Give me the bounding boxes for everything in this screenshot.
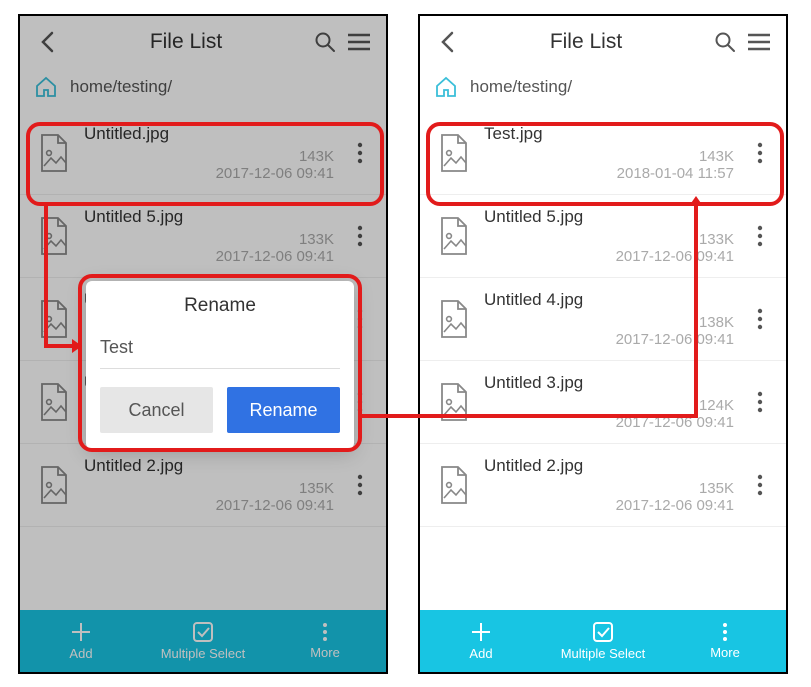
bottom-add-label: Add	[469, 646, 492, 661]
bottom-bar: Add Multiple Select More	[20, 610, 386, 672]
image-file-icon	[438, 133, 470, 173]
rename-dialog: Rename Cancel Rename	[86, 281, 354, 449]
file-subinfo: 124K2017-12-06 09:41	[616, 397, 734, 431]
file-name: Untitled 5.jpg	[84, 207, 334, 227]
row-more-icon[interactable]	[348, 474, 372, 496]
image-file-icon	[438, 465, 470, 505]
bottom-more-label: More	[710, 645, 740, 660]
file-name: Test.jpg	[484, 124, 734, 144]
file-row[interactable]: Untitled 2.jpg 135K2017-12-06 09:41	[420, 444, 786, 527]
bottom-more[interactable]: More	[664, 610, 786, 672]
file-meta: Untitled 2.jpg 135K2017-12-06 09:41	[484, 456, 734, 514]
bottom-multi-label: Multiple Select	[161, 646, 246, 661]
home-icon	[434, 76, 458, 98]
file-row[interactable]: Untitled.jpg 143K2017-12-06 09:41	[20, 112, 386, 195]
file-row[interactable]: Untitled 3.jpg 124K2017-12-06 09:41	[420, 361, 786, 444]
file-meta: Test.jpg 143K2018-01-04 11:57	[484, 124, 734, 182]
file-subinfo: 133K2017-12-06 09:41	[216, 231, 334, 265]
file-subinfo: 133K2017-12-06 09:41	[616, 231, 734, 265]
back-icon[interactable]	[34, 29, 60, 55]
row-more-icon[interactable]	[748, 225, 772, 247]
bottom-bar: Add Multiple Select More	[420, 610, 786, 672]
menu-icon[interactable]	[346, 29, 372, 55]
cancel-button[interactable]: Cancel	[100, 387, 213, 433]
image-file-icon	[38, 465, 70, 505]
breadcrumb[interactable]: home/testing/	[20, 68, 386, 112]
dialog-buttons: Cancel Rename	[100, 387, 340, 433]
phone-left: File List home/testing/ Untitled.jpg 143K…	[18, 14, 388, 674]
image-file-icon	[438, 382, 470, 422]
breadcrumb-path: home/testing/	[70, 77, 172, 97]
bottom-more[interactable]: More	[264, 610, 386, 672]
image-file-icon	[38, 216, 70, 256]
image-file-icon	[38, 382, 70, 422]
bottom-add-label: Add	[69, 646, 92, 661]
file-row[interactable]: Test.jpg 143K2018-01-04 11:57	[420, 112, 786, 195]
file-name: Untitled 3.jpg	[484, 373, 734, 393]
file-name: Untitled 5.jpg	[484, 207, 734, 227]
bottom-add[interactable]: Add	[420, 610, 542, 672]
page-title: File List	[68, 30, 304, 54]
search-icon[interactable]	[712, 29, 738, 55]
home-icon	[34, 76, 58, 98]
file-meta: Untitled.jpg 143K2017-12-06 09:41	[84, 124, 334, 182]
bottom-more-label: More	[310, 645, 340, 660]
file-list: Test.jpg 143K2018-01-04 11:57 Untitled 5.j…	[420, 112, 786, 610]
breadcrumb[interactable]: home/testing/	[420, 68, 786, 112]
file-row[interactable]: Untitled 4.jpg 138K2017-12-06 09:41	[420, 278, 786, 361]
row-more-icon[interactable]	[748, 391, 772, 413]
file-subinfo: 143K2017-12-06 09:41	[216, 148, 334, 182]
bottom-multiselect[interactable]: Multiple Select	[542, 610, 664, 672]
breadcrumb-path: home/testing/	[470, 77, 572, 97]
nav-bar: File List	[20, 16, 386, 68]
rename-button[interactable]: Rename	[227, 387, 340, 433]
file-name: Untitled 4.jpg	[484, 290, 734, 310]
row-more-icon[interactable]	[748, 474, 772, 496]
file-meta: Untitled 2.jpg 135K2017-12-06 09:41	[84, 456, 334, 514]
bottom-multi-label: Multiple Select	[561, 646, 646, 661]
row-more-icon[interactable]	[748, 308, 772, 330]
image-file-icon	[38, 133, 70, 173]
row-more-icon[interactable]	[348, 142, 372, 164]
bottom-multiselect[interactable]: Multiple Select	[142, 610, 264, 672]
file-meta: Untitled 5.jpg 133K2017-12-06 09:41	[484, 207, 734, 265]
row-more-icon[interactable]	[748, 142, 772, 164]
file-row[interactable]: Untitled 2.jpg 135K2017-12-06 09:41	[20, 444, 386, 527]
file-name: Untitled 2.jpg	[484, 456, 734, 476]
file-subinfo: 135K2017-12-06 09:41	[616, 480, 734, 514]
row-more-icon[interactable]	[348, 225, 372, 247]
file-row[interactable]: Untitled 5.jpg 133K2017-12-06 09:41	[20, 195, 386, 278]
file-subinfo: 138K2017-12-06 09:41	[616, 314, 734, 348]
file-name: Untitled 2.jpg	[84, 456, 334, 476]
page-title: File List	[468, 30, 704, 54]
file-meta: Untitled 3.jpg 124K2017-12-06 09:41	[484, 373, 734, 431]
file-row[interactable]: Untitled 5.jpg 133K2017-12-06 09:41	[420, 195, 786, 278]
bottom-add[interactable]: Add	[20, 610, 142, 672]
file-name: Untitled.jpg	[84, 124, 334, 144]
menu-icon[interactable]	[746, 29, 772, 55]
image-file-icon	[438, 216, 470, 256]
file-subinfo: 135K2017-12-06 09:41	[216, 480, 334, 514]
nav-bar: File List	[420, 16, 786, 68]
rename-input[interactable]	[100, 333, 340, 369]
file-meta: Untitled 5.jpg 133K2017-12-06 09:41	[84, 207, 334, 265]
back-icon[interactable]	[434, 29, 460, 55]
file-meta: Untitled 4.jpg 138K2017-12-06 09:41	[484, 290, 734, 348]
file-subinfo: 143K2018-01-04 11:57	[617, 148, 734, 182]
image-file-icon	[438, 299, 470, 339]
dialog-title: Rename	[100, 295, 340, 317]
search-icon[interactable]	[312, 29, 338, 55]
image-file-icon	[38, 299, 70, 339]
phone-right: File List home/testing/ Test.jpg 143K2018…	[418, 14, 788, 674]
